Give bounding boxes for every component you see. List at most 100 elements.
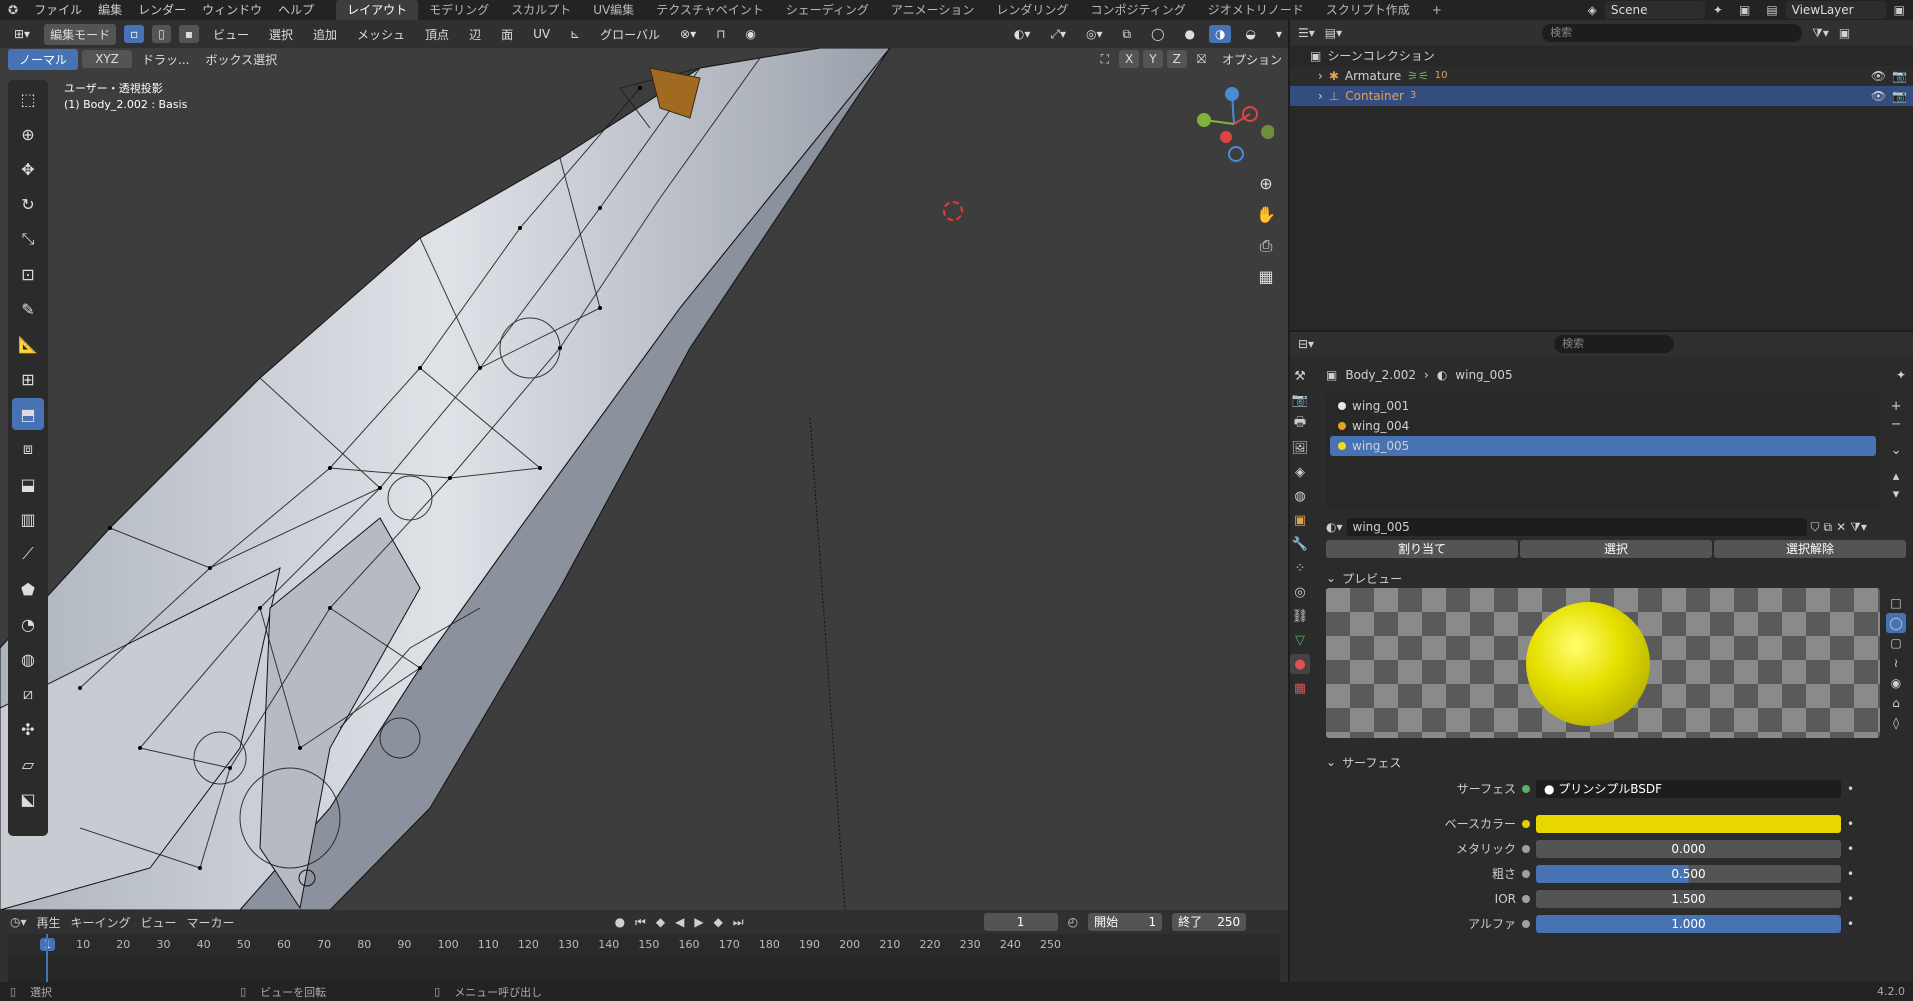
rendered-shading-icon[interactable]: ◒ (1239, 25, 1261, 43)
axis-z-button[interactable]: Z (1166, 50, 1187, 68)
frame-ruler[interactable]: 1102030405060708090100110120130140150160… (8, 934, 1280, 992)
tab-uv-editing[interactable]: UV編集 (582, 0, 645, 20)
loop-cut-tool-icon[interactable]: ▥ (12, 503, 44, 535)
assign-button[interactable]: 割り当て (1326, 540, 1518, 558)
add-cube-tool-icon[interactable]: ⊞ (12, 363, 44, 395)
timeline-editor-icon[interactable]: ◷▾ (10, 915, 27, 929)
axis-x-button[interactable]: X (1119, 50, 1140, 68)
material-slot-list[interactable]: wing_001 wing_004 wing_005 (1326, 392, 1881, 510)
particles-tab-icon[interactable]: ⁘ (1290, 558, 1310, 578)
zoom-icon[interactable]: ⊕ (1254, 168, 1278, 199)
preview-hair-icon[interactable]: ≀ (1886, 653, 1906, 673)
properties-editor-icon[interactable]: ⊟▾ (1298, 337, 1314, 351)
menu-select[interactable]: 選択 (263, 24, 299, 45)
socket-icon[interactable] (1522, 869, 1530, 878)
keyframe-dot-icon[interactable]: • (1847, 892, 1854, 906)
axis-y-button[interactable]: Y (1143, 50, 1163, 68)
transform-orientation-dropdown[interactable]: グローバル (594, 24, 666, 45)
overlay-icon[interactable]: ◎▾ (1080, 25, 1109, 43)
keyframe-area[interactable] (8, 956, 1280, 984)
menu-uv[interactable]: UV (527, 25, 556, 43)
measure-tool-icon[interactable]: 📐 (12, 328, 44, 360)
material-tab-icon[interactable]: ● (1290, 654, 1310, 674)
mirror-icon[interactable]: ⛶ (1095, 50, 1115, 69)
face-select-icon[interactable]: ▪ (178, 25, 199, 43)
scene-collection-row[interactable]: ▣ シーンコレクション (1290, 46, 1913, 66)
playback-menu[interactable]: 再生 (37, 914, 61, 931)
smooth-tool-icon[interactable]: ◍ (12, 643, 44, 675)
shear-tool-icon[interactable]: ▱ (12, 748, 44, 780)
outliner-item-armature[interactable]: › ✱ Armature ⚞⚟ 10 👁 📷 (1290, 66, 1913, 86)
view-layer-tab-icon[interactable]: 🖼 (1290, 438, 1310, 458)
object-tab-icon[interactable]: ▣ (1290, 510, 1310, 530)
spin-tool-icon[interactable]: ◔ (12, 608, 44, 640)
preview-cloth-icon[interactable]: ⌂ (1886, 693, 1906, 713)
material-slot[interactable]: wing_001 (1330, 396, 1876, 416)
3d-cursor[interactable] (943, 201, 963, 221)
material-slot[interactable]: wing_005 (1330, 436, 1877, 456)
box-select-dropdown[interactable]: ボックス選択 (199, 49, 283, 70)
add-slot-button[interactable]: + (1886, 398, 1906, 416)
mode-selector[interactable]: 編集モード (44, 23, 117, 45)
play-reverse-icon[interactable]: ◀ (675, 915, 684, 929)
navigation-gizmo[interactable] (1194, 84, 1275, 164)
marker-menu[interactable]: マーカー (187, 914, 235, 931)
start-frame-field[interactable]: 開始 1 (1088, 913, 1163, 931)
transform-tool-icon[interactable]: ⊡ (12, 258, 44, 290)
modifier-tab-icon[interactable]: 🔧 (1290, 534, 1310, 554)
slot-specials-icon[interactable]: ⌄ (1886, 442, 1906, 460)
constraint-tab-icon[interactable]: ⛓ (1290, 606, 1310, 626)
duplicate-material-icon[interactable]: ⧉ (1824, 520, 1833, 535)
edge-slide-tool-icon[interactable]: ⧄ (12, 678, 44, 710)
move-up-icon[interactable]: ▴ (1886, 468, 1906, 486)
gizmo-icon[interactable]: ⤢▾ (1044, 25, 1072, 44)
add-workspace-button[interactable]: + (1421, 0, 1453, 20)
base-color-field[interactable] (1536, 814, 1841, 833)
alpha-field[interactable]: 1.000 (1536, 914, 1841, 933)
menu-view[interactable]: ビュー (207, 24, 255, 45)
xyz-button[interactable]: XYZ (82, 50, 132, 68)
move-down-icon[interactable]: ▾ (1886, 486, 1906, 504)
keyframe-dot-icon[interactable]: • (1847, 817, 1854, 831)
menu-face[interactable]: 面 (495, 24, 519, 45)
options-dropdown[interactable]: オプション (1216, 49, 1288, 70)
socket-icon[interactable] (1522, 784, 1530, 793)
menu-render[interactable]: レンダー (130, 0, 194, 20)
menu-edit[interactable]: 編集 (90, 0, 130, 20)
texture-tab-icon[interactable]: ▦ (1290, 678, 1310, 698)
preview-fluid-icon[interactable]: ◊ (1886, 713, 1906, 733)
snap-icon[interactable]: ⊓ (710, 25, 731, 43)
physics-tab-icon[interactable]: ◎ (1290, 582, 1310, 602)
keyframe-dot-icon[interactable]: • (1847, 867, 1854, 881)
tab-scripting[interactable]: スクリプト作成 (1315, 0, 1421, 20)
scene-selector[interactable]: Scene (1604, 1, 1705, 19)
material-name-field[interactable]: wing_005 (1346, 518, 1807, 536)
tab-rendering[interactable]: レンダリング (985, 0, 1079, 20)
menu-window[interactable]: ウィンドウ (194, 0, 270, 20)
outliner-editor-icon[interactable]: ☰▾ (1298, 26, 1315, 40)
keying-menu[interactable]: キーイング (71, 914, 131, 931)
menu-add[interactable]: 追加 (307, 24, 343, 45)
3d-viewport[interactable]: ユーザー・透視投影 (1) Body_2.002 : Basis ⊕ ✋ ⎙ ▦ (0, 48, 1288, 910)
tab-layout[interactable]: レイアウト (336, 0, 419, 20)
bevel-tool-icon[interactable]: ⬓ (12, 468, 44, 500)
prev-key-icon[interactable]: ◆ (656, 915, 665, 929)
select-button[interactable]: 選択 (1520, 540, 1712, 558)
editor-type-icon[interactable]: ⊞▾ (8, 25, 36, 43)
preview-flat-icon[interactable]: □ (1886, 593, 1906, 613)
jump-end-icon[interactable]: ⏭ (733, 915, 744, 930)
menu-edge[interactable]: 辺 (463, 24, 487, 45)
output-tab-icon[interactable]: 🖶 (1290, 414, 1310, 434)
tab-texture-paint[interactable]: テクスチャペイント (645, 0, 775, 20)
new-collection-icon[interactable]: ▣ (1839, 26, 1850, 40)
outliner-search-input[interactable]: 検索 (1542, 24, 1803, 42)
menu-file[interactable]: ファイル (26, 0, 90, 20)
tab-sculpt[interactable]: スカルプト (500, 0, 582, 20)
blender-logo-icon[interactable]: ✪ (0, 0, 26, 20)
deselect-button[interactable]: 選択解除 (1714, 540, 1906, 558)
material-slot[interactable]: wing_004 (1330, 416, 1876, 436)
poly-build-tool-icon[interactable]: ⬟ (12, 573, 44, 605)
viewlayer-selector[interactable]: ViewLayer (1785, 1, 1886, 19)
shrink-fatten-tool-icon[interactable]: ✣ (12, 713, 44, 745)
edge-select-icon[interactable]: ▯ (152, 25, 171, 43)
